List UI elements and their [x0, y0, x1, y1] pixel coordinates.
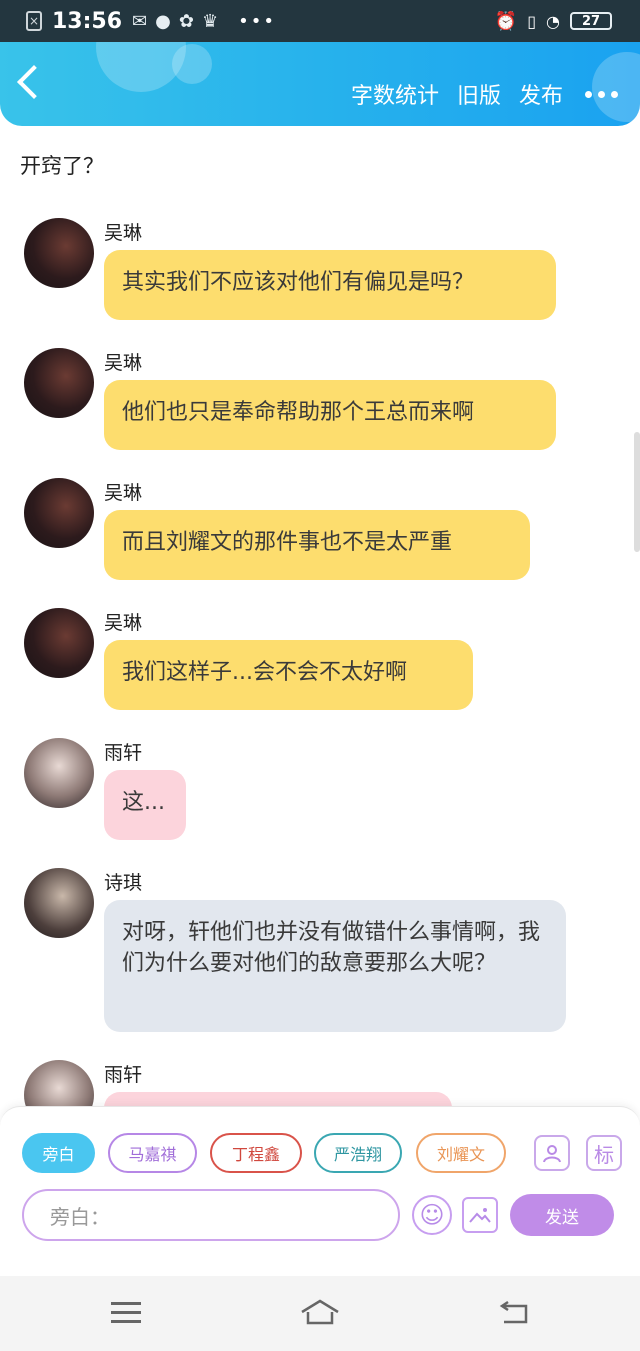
message-input[interactable]: 旁白： [22, 1189, 400, 1241]
image-icon[interactable] [462, 1197, 498, 1233]
sender-name: 雨轩 [104, 742, 143, 764]
send-button[interactable]: 发送 [510, 1194, 614, 1236]
avatar[interactable] [24, 868, 94, 938]
battery-icon: 27 [570, 12, 612, 30]
character-manage-icon[interactable] [534, 1135, 570, 1171]
message-bubble[interactable]: 其实我们不应该对他们有偏见是吗？ [104, 250, 556, 320]
status-bar: × 13:56 ✉ ● ✿ ♛ ••• ⏰ ▯ ◔ 27 [0, 0, 640, 42]
back-icon[interactable] [498, 1300, 530, 1326]
role-chip-ma-jiaqi[interactable]: 马嘉祺 [108, 1133, 197, 1173]
planet-icon: ● [155, 10, 171, 32]
vibrate-icon: ▯ [527, 11, 537, 31]
old-version-button[interactable]: 旧版 [457, 78, 501, 110]
alarm-icon: ⏰ [494, 10, 518, 32]
system-nav-bar [0, 1276, 640, 1351]
pinwheel-icon: ✿ [178, 10, 194, 32]
chat-message[interactable]: 吴琳 其实我们不应该对他们有偏见是吗？ [24, 218, 584, 328]
chat-message[interactable]: 雨轩 [24, 1060, 584, 1132]
avatar[interactable] [24, 608, 94, 678]
sender-name: 雨轩 [104, 1064, 143, 1086]
sender-name: 吴琳 [104, 352, 143, 374]
narration-text: 开窍了？ [20, 154, 104, 178]
role-chip-liu-yaowen[interactable]: 刘耀文 [416, 1133, 506, 1173]
top-app-bar: 字数统计 旧版 发布 [0, 42, 640, 126]
mark-label: 标 [594, 1142, 614, 1167]
home-icon[interactable] [300, 1298, 340, 1326]
more-dots-icon: ••• [238, 10, 276, 32]
message-bubble[interactable]: 我们这样子...会不会不太好啊 [104, 640, 473, 710]
crown-icon: ♛ [201, 10, 219, 32]
message-bubble[interactable]: 而且刘耀文的那件事也不是太严重 [104, 510, 530, 580]
sender-name: 吴琳 [104, 612, 143, 634]
input-placeholder: 旁白： [50, 1204, 110, 1229]
avatar[interactable] [24, 478, 94, 548]
close-notification-icon: × [26, 11, 42, 31]
composer-panel: 旁白 马嘉祺 丁程鑫 严浩翔 刘耀文 标 旁白： ☺ 发送 [0, 1106, 640, 1277]
sender-name: 吴琳 [104, 222, 143, 244]
avatar[interactable] [24, 738, 94, 808]
emoji-icon[interactable]: ☺ [412, 1195, 452, 1235]
chat-message[interactable]: 吴琳 而且刘耀文的那件事也不是太严重 [24, 478, 584, 588]
menu-icon[interactable] [111, 1302, 141, 1324]
chat-message[interactable]: 诗琪 对呀，轩他们也并没有做错什么事情啊，我们为什么要对他们的敌意要那么大呢？ [24, 868, 584, 1038]
sender-name: 吴琳 [104, 482, 143, 504]
scrollbar[interactable] [634, 432, 640, 552]
battery-level: 27 [581, 13, 601, 29]
sender-name: 诗琪 [104, 872, 143, 894]
avatar[interactable] [24, 348, 94, 418]
back-arrow-icon[interactable] [17, 65, 51, 99]
message-bubble[interactable]: 他们也只是奉命帮助那个王总而来啊 [104, 380, 556, 450]
word-count-button[interactable]: 字数统计 [351, 78, 439, 110]
message-bubble[interactable]: 这... [104, 770, 186, 840]
more-options-icon[interactable] [585, 90, 618, 98]
message-bubble[interactable]: 对呀，轩他们也并没有做错什么事情啊，我们为什么要对他们的敌意要那么大呢？ [104, 900, 566, 1032]
role-chip-narration[interactable]: 旁白 [22, 1133, 95, 1173]
avatar[interactable] [24, 218, 94, 288]
role-chip-ding-chengxin[interactable]: 丁程鑫 [210, 1133, 302, 1173]
wifi-icon: ◔ [546, 11, 560, 31]
mark-button[interactable]: 标 [586, 1135, 622, 1171]
publish-button[interactable]: 发布 [519, 78, 563, 110]
role-chip-yan-haoxiang[interactable]: 严浩翔 [314, 1133, 402, 1173]
wechat-icon: ✉ [132, 10, 148, 32]
chat-message[interactable]: 吴琳 他们也只是奉命帮助那个王总而来啊 [24, 348, 584, 458]
header-decoration [172, 44, 212, 84]
status-time: 13:56 [52, 8, 123, 34]
chat-message[interactable]: 雨轩 这... [24, 738, 584, 848]
chat-message[interactable]: 吴琳 我们这样子...会不会不太好啊 [24, 608, 584, 718]
